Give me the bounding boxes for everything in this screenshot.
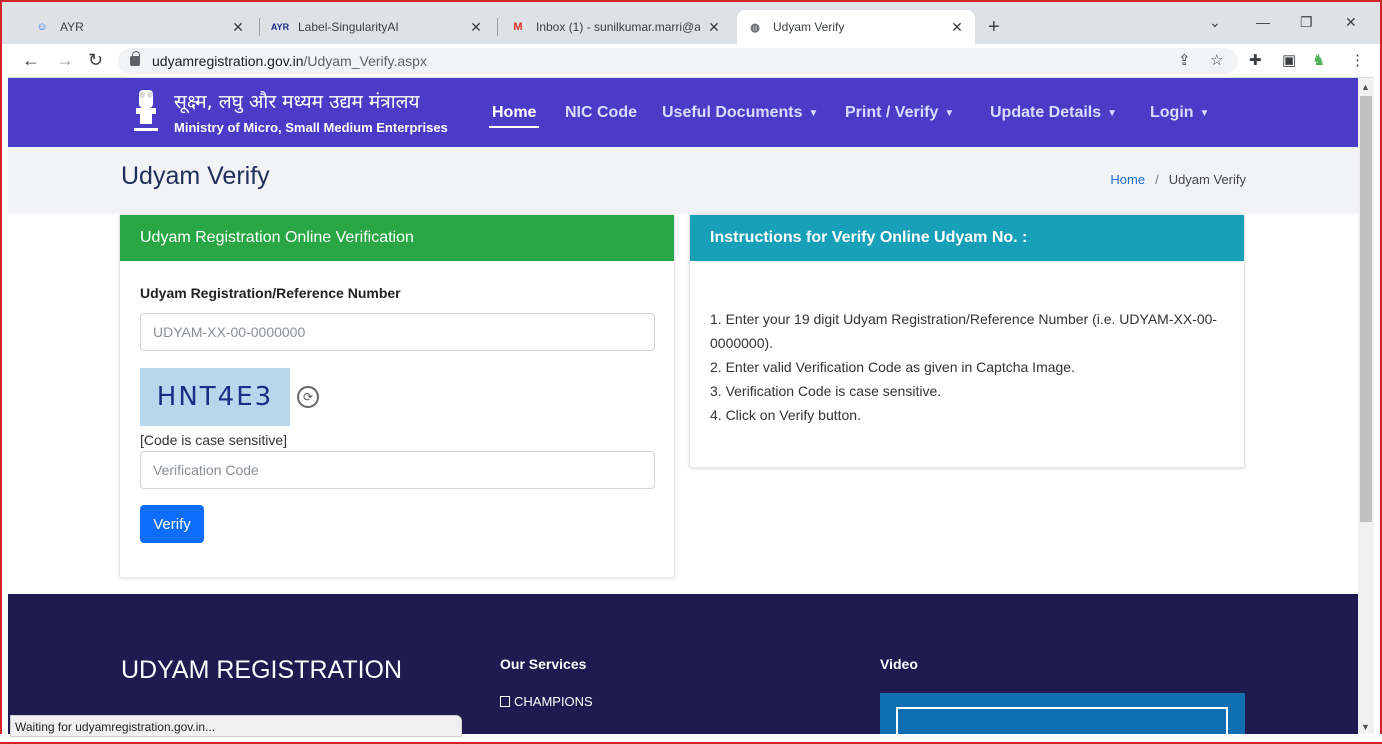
close-icon[interactable]: ✕	[706, 19, 722, 36]
close-icon[interactable]: ✕	[468, 19, 484, 36]
nav-print-verify[interactable]: Print / Verify ▼	[845, 104, 954, 122]
close-icon[interactable]: ✕	[949, 19, 965, 36]
tab-label-singularityai[interactable]: AYR Label-SingularityAI ✕	[262, 10, 494, 44]
services-heading: Our Services	[500, 656, 587, 672]
instruction-item: 3. Verification Code is case sensitive.	[710, 383, 942, 399]
case-sensitive-note: [Code is case sensitive]	[140, 432, 288, 448]
video-frame	[896, 707, 1228, 736]
tab-separator	[259, 18, 260, 36]
globe-icon: ◍	[750, 21, 760, 34]
lock-icon	[130, 51, 140, 66]
tab-search-chevron-icon[interactable]: ⌄	[1209, 14, 1221, 31]
service-link-champions[interactable]: CHAMPIONS	[500, 694, 593, 709]
browser-toolbar: ← → ↻ udyamregistration.gov.in /Udyam_Ve…	[0, 44, 1382, 78]
chevron-down-icon: ▼	[1199, 107, 1210, 119]
breadcrumb-current: Udyam Verify	[1168, 172, 1246, 187]
captcha-image: HNT4E3	[140, 368, 290, 426]
nav-login[interactable]: Login ▼	[1150, 104, 1209, 122]
back-arrow-icon[interactable]: ←	[22, 50, 40, 71]
udyam-number-input[interactable]	[140, 313, 655, 351]
breadcrumb-home-link[interactable]: Home	[1110, 172, 1145, 187]
reload-icon[interactable]: ↻	[88, 50, 103, 71]
extensions-puzzle-icon[interactable]: ✚	[1249, 51, 1262, 69]
tab-ayr[interactable]: ☺ AYR ✕	[24, 10, 256, 44]
verification-card-header: Udyam Registration Online Verification	[120, 215, 674, 261]
instruction-item: 4. Click on Verify button.	[710, 407, 861, 423]
breadcrumb: Home / Udyam Verify	[1110, 172, 1246, 187]
video-heading: Video	[880, 656, 918, 672]
nav-nic-code[interactable]: NIC Code	[565, 104, 637, 122]
minimize-icon[interactable]: —	[1256, 14, 1270, 30]
video-player[interactable]	[880, 693, 1245, 736]
udyam-number-label: Udyam Registration/Reference Number	[140, 285, 401, 301]
tab-separator	[497, 18, 498, 36]
verification-card: Udyam Registration Online Verification U…	[119, 214, 675, 578]
screen-border-right	[1374, 44, 1382, 744]
robot-icon: ☺	[36, 21, 48, 33]
scrollbar-thumb[interactable]	[1360, 96, 1372, 522]
nav-home[interactable]: Home	[492, 104, 536, 122]
page-title: Udyam Verify	[121, 162, 270, 190]
chevron-down-icon: ▼	[944, 107, 955, 119]
scroll-up-arrow-icon[interactable]: ▲	[1361, 82, 1370, 92]
footer-title: UDYAM REGISTRATION	[121, 656, 403, 684]
screen-border-left	[0, 44, 8, 744]
chevron-down-icon: ▼	[1107, 107, 1118, 119]
tab-udyam-verify[interactable]: ◍ Udyam Verify ✕	[737, 10, 975, 44]
new-tab-plus-icon[interactable]: +	[988, 16, 1000, 39]
star-icon[interactable]: ☆	[1210, 51, 1223, 69]
url-host: udyamregistration.gov.in	[152, 53, 304, 69]
window-close-icon[interactable]: ✕	[1345, 14, 1357, 31]
ayr-icon: AYR	[270, 22, 290, 32]
instructions-card: Instructions for Verify Online Udyam No.…	[689, 214, 1245, 468]
forward-arrow-icon[interactable]: →	[56, 50, 74, 71]
chevron-down-icon: ▼	[808, 107, 819, 119]
site-navbar: सूक्ष्म, लघु और मध्यम उद्यम मंत्रालय Min…	[8, 78, 1358, 147]
ministry-name-english: Ministry of Micro, Small Medium Enterpri…	[174, 120, 448, 135]
checkbox-square-icon	[500, 696, 510, 707]
instruction-item: 2. Enter valid Verification Code as give…	[710, 359, 1075, 375]
menu-kebab-icon[interactable]: ⋮	[1350, 51, 1365, 69]
breadcrumb-separator: /	[1155, 172, 1159, 187]
close-icon[interactable]: ✕	[230, 19, 246, 36]
profile-icon[interactable]: ♞	[1312, 51, 1325, 69]
tab-inbox[interactable]: M Inbox (1) - sunilkumar.marri@alg ✕	[500, 10, 732, 44]
nav-useful-documents[interactable]: Useful Documents ▼	[662, 104, 818, 122]
browser-tab-strip: ☺ AYR ✕ AYR Label-SingularityAI ✕ M Inbo…	[0, 0, 1382, 44]
scroll-down-arrow-icon[interactable]: ▼	[1361, 722, 1370, 732]
address-bar[interactable]: udyamregistration.gov.in /Udyam_Verify.a…	[118, 48, 1238, 74]
ministry-name-hindi: सूक्ष्म, लघु और मध्यम उद्यम मंत्रालय	[174, 91, 420, 113]
restore-icon[interactable]: ❐	[1300, 14, 1313, 31]
page-title-bar: Udyam Verify Home / Udyam Verify	[8, 147, 1358, 214]
web-page: सूक्ष्म, लघु और मध्यम उद्यम मंत्रालय Min…	[8, 78, 1358, 736]
instructions-card-header: Instructions for Verify Online Udyam No.…	[690, 215, 1244, 261]
nav-update-details[interactable]: Update Details ▼	[990, 104, 1117, 122]
verify-button[interactable]: Verify	[140, 505, 204, 543]
loading-status-bar: Waiting for udyamregistration.gov.in...	[10, 715, 462, 737]
page-scrollbar[interactable]: ▲ ▼	[1358, 78, 1374, 736]
national-emblem-icon	[134, 90, 158, 131]
side-panel-icon[interactable]: ▣	[1282, 51, 1296, 69]
url-path: /Udyam_Verify.aspx	[303, 53, 427, 69]
captcha-refresh-icon[interactable]: ⟳	[297, 386, 319, 408]
instruction-item: 1. Enter your 19 digit Udyam Registratio…	[710, 311, 1218, 351]
nav-active-underline	[489, 126, 539, 128]
instructions-list: 1. Enter your 19 digit Udyam Registratio…	[710, 307, 1230, 427]
verification-code-input[interactable]	[140, 451, 655, 489]
share-icon[interactable]: ⇪	[1178, 51, 1191, 69]
gmail-icon: M	[513, 21, 523, 33]
